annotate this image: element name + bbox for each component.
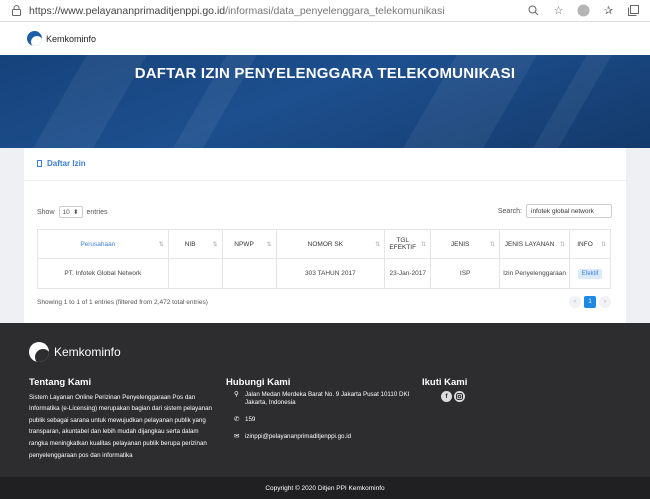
favorite-star-icon[interactable]: ☆	[552, 4, 565, 17]
page-1-button[interactable]: 1	[584, 296, 596, 308]
table-row: PT. Infotek Global Network 303 TAHUN 201…	[37, 258, 611, 289]
cell-jenis: ISP	[430, 258, 501, 289]
contact-email[interactable]: ✉ izinppi@pelayananprimaditjenppi.go.id	[226, 433, 411, 441]
pagination: ‹ 1 ›	[569, 296, 611, 308]
footer-logo-text: Kemkominfo	[54, 345, 121, 359]
url-text[interactable]: https://www.pelayananprimaditjenppi.go.i…	[29, 5, 527, 17]
copyright-text: Copyright © 2020 Ditjen PPI Kemkominfo	[265, 484, 385, 492]
cell-perusahaan: PT. Infotek Global Network	[37, 258, 169, 289]
column-header-tgl-efektif[interactable]: TGL EFEKTIF ⇅	[384, 229, 432, 259]
cell-npwp	[221, 258, 277, 289]
map-pin-icon: ⚲	[234, 391, 239, 398]
next-page-button[interactable]: ›	[599, 296, 611, 308]
site-logo[interactable]: Kemkominfo	[27, 31, 96, 46]
column-header-nomor-sk[interactable]: NOMOR SK ⇅	[275, 229, 386, 259]
site-logo-text: Kemkominfo	[46, 33, 97, 44]
show-label: Show	[37, 208, 55, 216]
sort-icon: ⇅	[212, 242, 218, 248]
entries-label: entries	[86, 208, 108, 216]
status-badge[interactable]: Efektif	[577, 268, 603, 279]
cell-tgl-efektif: 23-Jan-2017	[384, 258, 432, 289]
contact-phone: ✆ 159	[234, 416, 256, 423]
sort-icon: ⇅	[266, 242, 272, 248]
sort-icon: ⇅	[559, 242, 565, 248]
contact-section: Hubungi Kami ⚲ Jalan Medan Merdeka Barat…	[226, 377, 411, 450]
card-title-text: Daftar Izin	[47, 159, 86, 168]
cell-nomor-sk: 303 TAHUN 2017	[275, 258, 386, 289]
divider	[24, 180, 626, 181]
extension-icon[interactable]	[577, 4, 590, 17]
search-input[interactable]	[526, 204, 612, 218]
cell-jenis-layanan: Izin Penyelenggaraan	[499, 258, 570, 289]
entries-select-value: 10	[62, 208, 70, 216]
column-header-perusahaan[interactable]: Perusahaan ⇅	[37, 229, 169, 259]
site-header: Kemkominfo	[0, 22, 650, 55]
phone-icon: ✆	[234, 416, 240, 423]
card-title: Daftar Izin	[37, 159, 86, 168]
sort-icon: ⇅	[490, 242, 496, 248]
column-header-nib[interactable]: NIB ⇅	[167, 229, 223, 259]
sort-icon: ⇅	[421, 242, 427, 248]
instagram-icon[interactable]	[454, 391, 465, 402]
entries-length-control: Show 10 ⬍ entries	[37, 206, 108, 218]
zoom-icon[interactable]	[527, 4, 540, 17]
column-header-jenis-layanan[interactable]: JENIS LAYANAN ⇅	[499, 229, 570, 259]
favorites-list-icon[interactable]: ✰	[602, 4, 615, 17]
contact-title: Hubungi Kami	[226, 377, 291, 388]
site-footer: Kemkominfo Tentang Kami Sistem Layanan O…	[0, 323, 650, 477]
about-text: Sistem Layanan Online Perizinan Penyelen…	[29, 393, 212, 459]
envelope-icon: ✉	[234, 433, 240, 440]
chevron-updown-icon: ⬍	[73, 209, 79, 216]
cell-nib	[167, 258, 223, 289]
contact-address: ⚲ Jalan Medan Merdeka Barat No. 9 Jakart…	[234, 391, 410, 406]
footer-logo: Kemkominfo	[29, 342, 121, 362]
previous-page-button[interactable]: ‹	[569, 296, 581, 308]
collections-icon[interactable]	[627, 4, 640, 17]
column-header-info[interactable]: INFO ⇅	[569, 229, 611, 259]
sort-icon: ⇅	[158, 242, 164, 248]
column-header-jenis[interactable]: JENIS ⇅	[430, 229, 501, 259]
table-header-row: Perusahaan ⇅ NIB ⇅ NPWP ⇅ NOMOR SK ⇅ TGL EFE…	[37, 229, 611, 259]
follow-section: Ikuti Kami f	[422, 377, 502, 402]
follow-title: Ikuti Kami	[422, 377, 468, 388]
license-table: Perusahaan ⇅ NIB ⇅ NPWP ⇅ NOMOR SK ⇅ TGL EFE…	[37, 229, 611, 289]
license-card: Daftar Izin Show 10 ⬍ entries Search: Pe…	[24, 148, 626, 323]
sort-icon: ⇅	[375, 242, 381, 248]
page-title: DAFTAR IZIN PENYELENGGARA TELEKOMUNIKASI	[134, 65, 516, 82]
kominfo-logo-icon	[27, 31, 42, 46]
hero-banner: DAFTAR IZIN PENYELENGGARA TELEKOMUNIKASI	[0, 55, 650, 148]
search-label: Search:	[497, 207, 522, 215]
about-title: Tentang Kami	[29, 377, 92, 388]
document-icon	[37, 160, 42, 167]
cell-info: Efektif	[569, 258, 611, 289]
social-links: f	[441, 391, 502, 402]
copyright-bar: Copyright © 2020 Ditjen PPI Kemkominfo	[0, 477, 650, 499]
browser-address-bar: https://www.pelayananprimaditjenppi.go.i…	[0, 0, 650, 22]
facebook-icon[interactable]: f	[441, 391, 452, 402]
about-section: Tentang Kami Sistem Layanan Online Periz…	[29, 377, 219, 461]
lock-icon[interactable]	[9, 4, 23, 18]
column-header-npwp[interactable]: NPWP ⇅	[221, 229, 277, 259]
entries-select[interactable]: 10 ⬍	[58, 206, 83, 218]
sort-icon: ⇅	[600, 242, 606, 248]
table-search: Search:	[498, 204, 612, 218]
kominfo-logo-icon	[29, 342, 49, 362]
table-info: Showing 1 to 1 of 1 entries (filtered fr…	[37, 299, 208, 306]
